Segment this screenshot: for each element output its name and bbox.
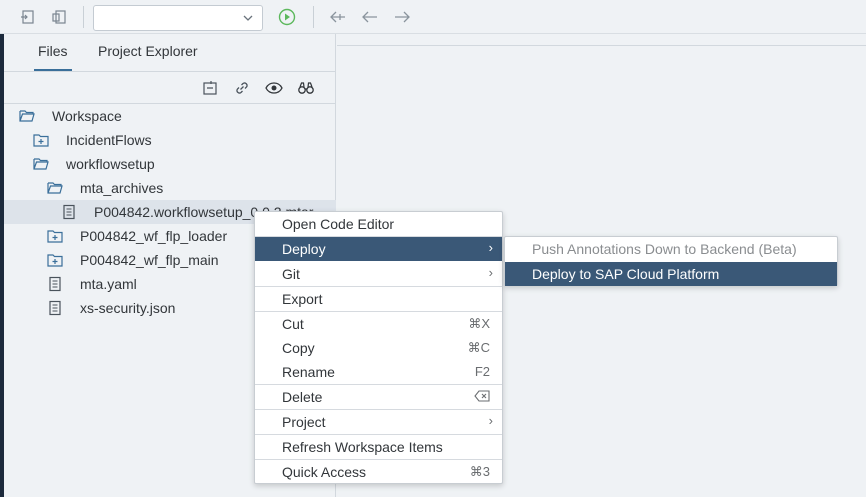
tree-item-workflowsetup[interactable]: workflowsetup [4,152,336,176]
menu-item-delete[interactable]: Delete [255,385,502,409]
forward-icon[interactable] [393,8,411,26]
expand-icon[interactable] [50,8,68,26]
editor-divider [337,45,866,46]
shortcut-label: ⌘3 [469,464,490,479]
menu-item-open-code-editor[interactable]: Open Code Editor [255,212,502,236]
menu-item-label: Rename [282,364,335,380]
submenu-item-label: Deploy to SAP Cloud Platform [532,266,720,282]
menu-item-label: Refresh Workspace Items [282,439,443,455]
project-folder-icon [47,252,63,268]
collapse-icon[interactable] [19,8,37,26]
menu-item-copy[interactable]: Copy ⌘C [255,336,502,360]
submenu-item-push-annotations: Push Annotations Down to Backend (Beta) [505,237,837,261]
tree-item-label: P004842_wf_flp_loader [80,228,228,244]
link-icon[interactable] [233,79,251,97]
menu-item-cut[interactable]: Cut ⌘X [255,312,502,336]
run-configuration-select[interactable] [93,5,263,31]
project-folder-icon [47,228,63,244]
menu-item-label: Export [282,291,323,307]
folder-open-icon [19,108,35,124]
submenu-arrow-icon: › [488,265,493,280]
file-icon [47,300,63,316]
tree-item-label: mta.yaml [80,276,137,292]
toolbar-separator [313,6,314,28]
back-icon[interactable] [361,8,379,26]
menu-item-label: Cut [282,316,304,332]
panel-tabs: Files Project Explorer [4,34,336,72]
panel-toolbar [4,72,336,104]
tree-item-label: workflowsetup [66,156,155,172]
menu-item-deploy[interactable]: Deploy › [255,237,502,261]
tree-item-label: P004842_wf_flp_main [80,252,219,268]
first-icon[interactable] [329,8,347,26]
tree-item-workspace[interactable]: Workspace [4,104,336,128]
menu-item-label: Copy [282,340,315,356]
deploy-submenu: Push Annotations Down to Backend (Beta) … [504,236,838,286]
menu-item-rename[interactable]: Rename F2 [255,360,502,384]
chevron-down-icon [242,11,254,29]
menu-item-export[interactable]: Export [255,287,502,311]
tree-item-mta-archives[interactable]: mta_archives [4,176,336,200]
submenu-item-label: Push Annotations Down to Backend (Beta) [532,241,797,257]
binoculars-icon[interactable] [297,79,315,97]
tree-item-label: mta_archives [80,180,164,196]
context-menu: Open Code Editor Deploy › Git › Export C… [254,211,503,484]
menu-item-label: Quick Access [282,464,367,480]
tree-item-incidentflows[interactable]: IncidentFlows [4,128,336,152]
submenu-arrow-icon: › [488,413,493,428]
eye-icon[interactable] [265,79,283,97]
delete-key-icon [474,390,490,405]
project-folder-icon [33,132,49,148]
menu-item-label: Git [282,266,300,282]
collapse-all-icon[interactable] [201,79,219,97]
tab-files[interactable]: Files [34,43,72,71]
menu-item-label: Project [282,414,326,430]
shortcut-label: ⌘C [467,340,490,355]
file-icon [47,276,63,292]
tree-item-label: IncidentFlows [66,132,152,148]
shortcut-label: ⌘X [468,316,490,331]
submenu-arrow-icon: › [488,240,493,255]
menu-item-label: Deploy [282,241,326,257]
menu-item-label: Delete [282,389,323,405]
shortcut-label: F2 [474,364,490,379]
tree-item-label: xs-security.json [80,300,176,316]
menu-item-quick-access[interactable]: Quick Access ⌘3 [255,460,502,484]
run-icon[interactable] [278,8,296,26]
toolbar-separator [83,6,84,28]
file-icon [61,204,77,220]
menu-item-project[interactable]: Project › [255,410,502,434]
folder-open-icon [33,156,49,172]
tree-item-label: Workspace [52,108,122,124]
submenu-item-deploy-scp[interactable]: Deploy to SAP Cloud Platform [505,262,837,286]
menu-item-git[interactable]: Git › [255,262,502,286]
toolbar [0,0,866,34]
tab-project-explorer[interactable]: Project Explorer [98,43,198,59]
menu-item-label: Open Code Editor [282,216,395,232]
folder-open-icon [47,180,63,196]
menu-item-refresh-workspace[interactable]: Refresh Workspace Items [255,435,502,459]
